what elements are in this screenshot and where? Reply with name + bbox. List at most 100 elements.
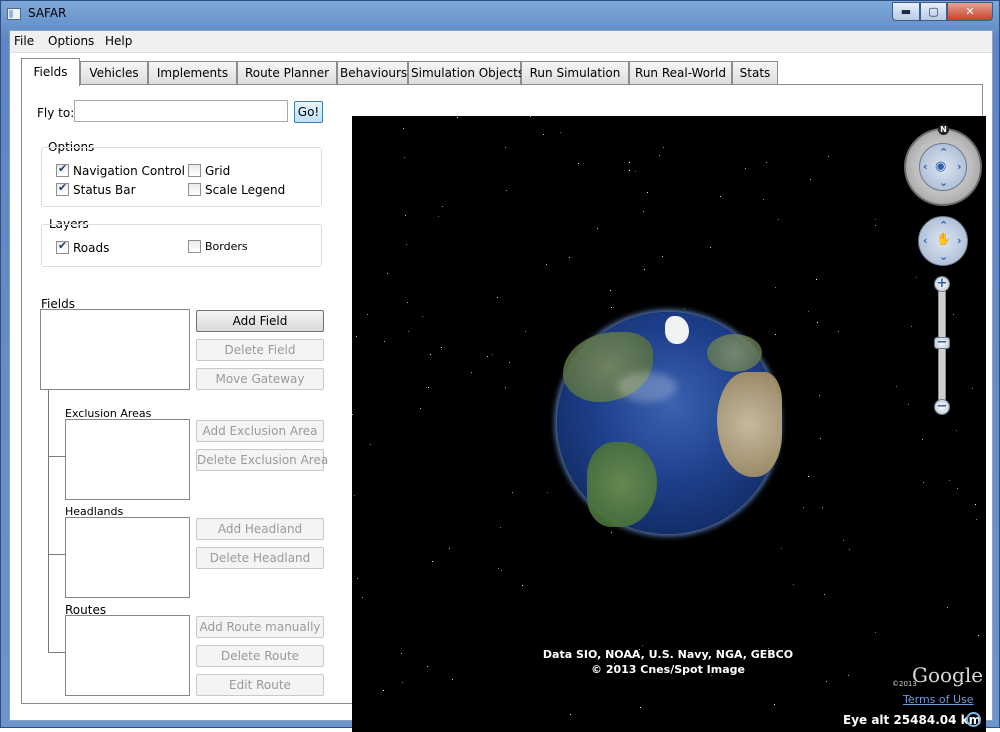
star	[522, 585, 523, 586]
star	[597, 228, 598, 229]
star	[647, 192, 648, 193]
star	[547, 492, 548, 493]
star	[838, 331, 839, 332]
status-bar-checkbox[interactable]	[56, 181, 69, 196]
star	[570, 714, 571, 715]
earth-globe[interactable]	[557, 312, 782, 534]
eye-icon: ◉	[935, 159, 947, 174]
navigation-control-checkbox[interactable]	[56, 162, 69, 177]
star	[487, 356, 488, 357]
headlands-list[interactable]	[65, 517, 190, 598]
tab-simulation-objects[interactable]: Simulation Objects	[408, 61, 524, 85]
star	[611, 532, 612, 533]
star	[824, 594, 825, 595]
tab-vehicles[interactable]: Vehicles	[80, 61, 148, 85]
title-bar[interactable]: SAFAR ▬ ▢ ✕	[1, 1, 1000, 29]
star	[629, 170, 630, 171]
add-route-manually-button[interactable]: Add Route manually	[196, 616, 324, 638]
app-icon	[7, 8, 21, 20]
menu-help[interactable]: Help	[105, 34, 132, 48]
star	[407, 302, 408, 303]
tree-connector	[48, 390, 49, 653]
borders-checkbox[interactable]	[188, 240, 201, 253]
look-down-icon[interactable]: ⌄	[939, 176, 948, 189]
routes-list[interactable]	[65, 615, 190, 696]
zoom-out-icon[interactable]: −	[934, 399, 950, 415]
star	[663, 147, 664, 148]
go-button[interactable]: Go!	[294, 101, 323, 123]
move-down-icon[interactable]: ⌄	[939, 250, 948, 263]
star	[822, 507, 823, 508]
star	[356, 336, 357, 337]
scale-legend-checkbox[interactable]	[188, 183, 201, 196]
star	[976, 519, 977, 520]
star	[808, 476, 809, 477]
tab-stats[interactable]: Stats	[732, 61, 778, 85]
star	[947, 607, 948, 608]
look-up-icon[interactable]: ⌃	[939, 146, 948, 159]
tab-fields[interactable]: Fields	[21, 58, 80, 86]
add-exclusion-area-button[interactable]: Add Exclusion Area	[196, 420, 324, 442]
star	[427, 666, 428, 667]
navigation-control-label: Navigation Control	[73, 164, 185, 178]
tab-implements[interactable]: Implements	[148, 61, 237, 85]
eye-altitude-readout: Eye alt 25484.04 km	[843, 713, 982, 727]
terms-of-use-link[interactable]: Terms of Use	[903, 693, 974, 706]
move-joystick[interactable]: ⌃ ⌄ ‹ › ✋	[918, 216, 968, 266]
star	[362, 597, 363, 598]
star	[546, 264, 547, 265]
star	[763, 199, 764, 200]
move-gateway-button[interactable]: Move Gateway	[196, 368, 324, 390]
edit-route-button[interactable]: Edit Route	[196, 674, 324, 696]
minimize-button[interactable]: ▬	[892, 2, 920, 21]
star	[449, 548, 450, 549]
zoom-slider-thumb[interactable]: −	[934, 336, 950, 349]
star	[457, 117, 458, 118]
add-headland-button[interactable]: Add Headland	[196, 518, 324, 540]
exclusion-areas-list[interactable]	[65, 419, 190, 500]
star	[610, 290, 611, 291]
delete-exclusion-area-button[interactable]: Delete Exclusion Area	[196, 449, 328, 471]
look-navigation-ring[interactable]: ⌃ ⌄ ‹ › ◉ N	[904, 124, 982, 206]
roads-checkbox[interactable]	[56, 239, 69, 254]
move-up-icon[interactable]: ⌃	[939, 219, 948, 232]
star	[710, 247, 711, 248]
grid-checkbox[interactable]	[188, 164, 201, 177]
tab-run-simulation[interactable]: Run Simulation	[521, 61, 629, 85]
look-left-icon[interactable]: ‹	[923, 160, 928, 173]
move-left-icon[interactable]: ‹	[923, 234, 928, 247]
star	[404, 157, 405, 158]
menu-options[interactable]: Options	[48, 34, 94, 48]
star	[635, 171, 636, 172]
add-field-button[interactable]: Add Field	[196, 310, 324, 332]
menu-file[interactable]: File	[14, 34, 34, 48]
star	[428, 387, 429, 388]
maximize-button[interactable]: ▢	[920, 2, 947, 21]
zoom-in-icon[interactable]: +	[934, 276, 950, 292]
star	[367, 314, 368, 315]
star	[525, 331, 526, 332]
delete-route-button[interactable]: Delete Route	[196, 645, 324, 667]
star	[908, 404, 909, 405]
hand-icon: ✋	[936, 232, 951, 246]
tab-behaviours[interactable]: Behaviours	[337, 61, 408, 85]
map-credit-line2: © 2013 Cnes/Spot Image	[591, 663, 745, 676]
star	[922, 439, 923, 440]
tree-branch-exclusion	[48, 456, 65, 457]
fields-list[interactable]	[40, 309, 190, 390]
move-right-icon[interactable]: ›	[957, 234, 962, 247]
star	[644, 269, 645, 270]
fly-to-input[interactable]	[74, 100, 288, 122]
star	[505, 387, 506, 388]
tab-route-planner[interactable]: Route Planner	[237, 61, 337, 85]
delete-field-button[interactable]: Delete Field	[196, 339, 324, 361]
look-joystick[interactable]: ⌃ ⌄ ‹ › ◉	[919, 143, 967, 191]
north-indicator[interactable]: N	[938, 124, 949, 135]
africa-landmass	[717, 372, 782, 477]
delete-headland-button[interactable]: Delete Headland	[196, 547, 324, 569]
earth-map-view[interactable]: Data SIO, NOAA, U.S. Navy, NGA, GEBCO © …	[352, 116, 986, 732]
tab-run-real-world[interactable]: Run Real-World	[629, 61, 732, 85]
map-credit-line1: Data SIO, NOAA, U.S. Navy, NGA, GEBCO	[542, 648, 794, 661]
close-button[interactable]: ✕	[947, 2, 993, 21]
look-right-icon[interactable]: ›	[957, 160, 962, 173]
